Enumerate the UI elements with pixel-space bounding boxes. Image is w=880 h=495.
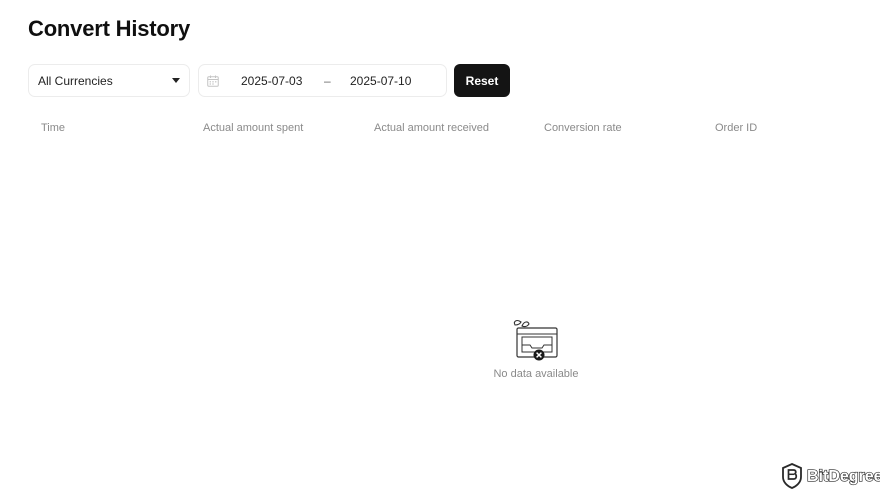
bitdegree-shield-logo — [782, 463, 802, 489]
empty-state-message: No data available — [493, 368, 579, 380]
empty-state: No data available — [480, 318, 592, 388]
currency-select-value: All Currencies — [38, 73, 113, 88]
date-range-picker[interactable]: 2025-07-03 – 2025-07-10 — [198, 64, 447, 97]
column-header-amount-spent: Actual amount spent — [203, 122, 304, 134]
bitdegree-wordmark: BitDegree — [806, 467, 880, 485]
end-date-input[interactable]: 2025-07-10 — [350, 74, 411, 88]
bitdegree-watermark: BitDegree — [781, 462, 880, 490]
currency-select[interactable]: All Currencies — [28, 64, 190, 97]
column-header-order-id: Order ID — [715, 122, 758, 134]
page-title: Convert History — [28, 16, 191, 41]
column-header-time: Time — [41, 122, 66, 134]
chevron-down-icon — [172, 78, 180, 83]
table-header: Time Actual amount spent Actual amount r… — [0, 122, 880, 138]
column-header-conversion-rate: Conversion rate — [544, 122, 622, 134]
watermark-brand-text: BitDegree — [807, 468, 880, 485]
reset-button[interactable]: Reset — [454, 64, 510, 97]
calendar-icon — [207, 75, 219, 87]
date-range-separator: – — [324, 74, 331, 88]
empty-box-icon — [513, 320, 558, 361]
column-header-amount-received: Actual amount received — [374, 122, 489, 134]
start-date-input[interactable]: 2025-07-03 — [241, 74, 302, 88]
